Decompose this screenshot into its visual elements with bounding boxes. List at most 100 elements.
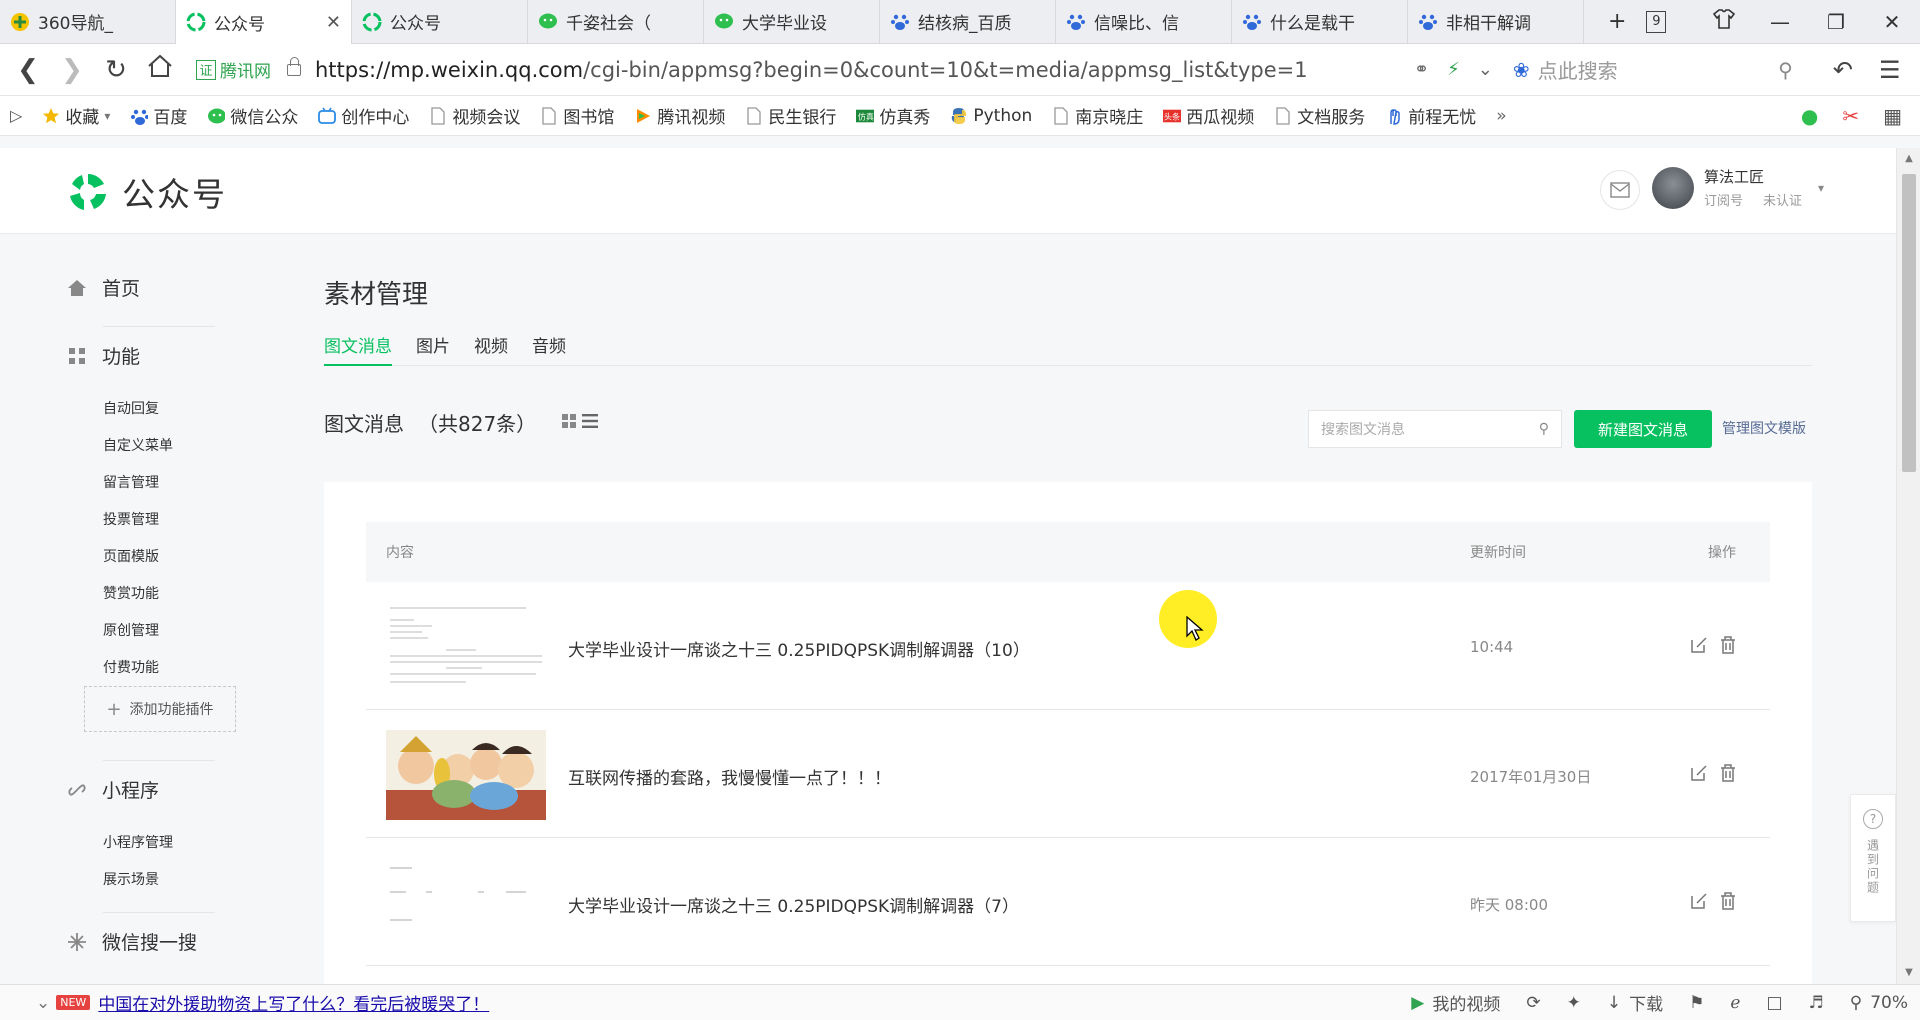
article-search-input[interactable]: 搜索图文消息 ⚲ xyxy=(1308,410,1562,448)
sidebar-item-paid[interactable]: 付费功能 xyxy=(103,657,159,677)
chevron-down-icon[interactable]: ⌄ xyxy=(1478,59,1493,80)
chevron-down-icon[interactable]: ▾ xyxy=(104,109,110,123)
edit-icon[interactable] xyxy=(1690,636,1708,658)
browser-tab[interactable]: 大学毕业设 xyxy=(704,0,880,43)
tab-videos[interactable]: 视频 xyxy=(474,324,508,366)
speaker-icon[interactable]: ♬ xyxy=(1809,993,1824,1013)
article-title[interactable]: 互联网传播的套路，我慢慢懂一点了！！！ xyxy=(568,764,891,789)
wechat-green-icon[interactable]: ● xyxy=(1801,104,1818,128)
help-widget[interactable]: ? 遇到问题 xyxy=(1850,794,1896,922)
minimize-button[interactable]: — xyxy=(1752,10,1808,34)
search-icon[interactable]: ⚲ xyxy=(1778,58,1793,82)
apps-grid-icon[interactable]: ▦ xyxy=(1883,104,1902,128)
browser-tab[interactable]: 结核病_百质 xyxy=(880,0,1056,43)
browser-search-field[interactable]: ❀ 点此搜索 ⚲ xyxy=(1513,55,1793,84)
restore-button[interactable]: ❐ xyxy=(1808,10,1864,34)
bookmark-item[interactable]: 南京晓庄 xyxy=(1042,103,1153,128)
sidebar-item-page-templates[interactable]: 页面模版 xyxy=(103,546,159,566)
share-icon[interactable]: ⚭ xyxy=(1414,59,1429,80)
download-button[interactable]: ↓ 下载 xyxy=(1607,990,1663,1016)
undo-icon[interactable]: ↶ xyxy=(1833,56,1853,84)
sidebar-item-custom-menu[interactable]: 自定义菜单 xyxy=(103,435,173,455)
bookmark-item[interactable]: 仿真 仿真秀 xyxy=(846,103,940,128)
tab-count-button[interactable]: 9 xyxy=(1646,10,1667,33)
trash-icon[interactable] xyxy=(1720,636,1736,658)
close-tab-icon[interactable]: ✕ xyxy=(326,12,341,33)
sidebar-item-rewards[interactable]: 赞赏功能 xyxy=(103,583,159,603)
table-row[interactable]: 互联网传播的套路，我慢慢懂一点了！！！ 2017年01月30日 xyxy=(366,710,1770,838)
browser-tab[interactable]: 千姿社会（ xyxy=(528,0,704,43)
pin-icon[interactable]: ✦ xyxy=(1567,993,1581,1013)
bookmark-item[interactable]: 腾讯视频 xyxy=(624,103,735,128)
new-article-button[interactable]: 新建图文消息 xyxy=(1574,410,1712,448)
window-icon[interactable]: □ xyxy=(1766,993,1782,1013)
back-button[interactable]: ❮ xyxy=(6,55,50,85)
bookmark-item[interactable]: 创作中心 xyxy=(308,103,419,128)
sidebar-section-wechat-search[interactable]: 微信搜一搜 xyxy=(66,928,197,955)
more-bookmarks-icon[interactable]: » xyxy=(1486,106,1516,126)
home-button[interactable] xyxy=(138,54,182,85)
certificate-badge[interactable]: 证腾讯网 xyxy=(196,57,271,82)
tab-audio[interactable]: 音频 xyxy=(532,324,566,366)
new-tab-button[interactable]: + xyxy=(1608,9,1626,34)
bookmark-item[interactable]: 文档服务 xyxy=(1264,103,1375,128)
mail-button[interactable] xyxy=(1600,170,1640,210)
url-field[interactable]: 证腾讯网 https://mp.weixin.qq.com/cgi-bin/ap… xyxy=(196,52,1396,88)
ie-icon[interactable]: ℯ xyxy=(1730,993,1740,1013)
account-menu[interactable]: 算法工匠 订阅号 未认证 ▾ xyxy=(1652,166,1824,209)
browser-tab[interactable]: 公众号 xyxy=(352,0,528,43)
browser-tab[interactable]: 公众号 ✕ xyxy=(176,0,352,45)
manage-templates-link[interactable]: 管理图文模版 xyxy=(1722,418,1806,438)
table-row[interactable]: 大学毕业设计一席谈之十三 0.25PIDQPSK调制解调器（7） 昨天 08:0… xyxy=(366,838,1770,966)
news-link[interactable]: 中国在对外援助物资上写了什么？看完后被暖哭了！ xyxy=(98,990,489,1015)
sidebar-item-comments[interactable]: 留言管理 xyxy=(103,472,159,492)
zoom-control[interactable]: ⚲ 70% xyxy=(1850,993,1908,1013)
sidebar-item-voting[interactable]: 投票管理 xyxy=(103,509,159,529)
page-scrollbar[interactable]: ▲ ▼ xyxy=(1896,148,1920,984)
close-window-button[interactable]: ✕ xyxy=(1864,10,1920,34)
sidebar-section-miniprogram[interactable]: 小程序 xyxy=(66,776,159,803)
article-title[interactable]: 大学毕业设计一席谈之十三 0.25PIDQPSK调制解调器（7） xyxy=(568,892,1019,917)
reload-button[interactable]: ↻ xyxy=(94,55,138,85)
sidebar-item-auto-reply[interactable]: 自动回复 xyxy=(103,398,159,418)
tab-articles[interactable]: 图文消息 xyxy=(324,324,392,366)
my-video-button[interactable]: ▶ 我的视频 xyxy=(1411,990,1500,1016)
menu-icon[interactable]: ☰ xyxy=(1879,56,1901,84)
trash-icon[interactable] xyxy=(1720,764,1736,786)
bookmark-item[interactable]: 微信公众 xyxy=(197,103,308,128)
mp-logo[interactable]: 公众号 xyxy=(66,168,227,216)
sidebar-section-features[interactable]: 功能 xyxy=(66,342,140,369)
lightning-icon[interactable]: ⚡ xyxy=(1447,59,1460,80)
speedup-icon[interactable]: ⟳ xyxy=(1526,993,1540,1013)
skin-icon[interactable] xyxy=(1696,9,1752,34)
sidebar-item-miniprogram-manage[interactable]: 小程序管理 xyxy=(103,832,173,852)
url-text[interactable]: https://mp.weixin.qq.com/cgi-bin/appmsg?… xyxy=(315,58,1308,82)
browser-tab[interactable]: 什么是载干 xyxy=(1232,0,1408,43)
browser-tab[interactable]: 360导航_ xyxy=(0,0,176,43)
bookmark-item[interactable]: 视频会议 xyxy=(419,103,530,128)
bookmark-item[interactable]: 头条 西瓜视频 xyxy=(1153,103,1264,128)
tab-images[interactable]: 图片 xyxy=(416,324,450,366)
article-title[interactable]: 大学毕业设计一席谈之十三 0.25PIDQPSK调制解调器（10） xyxy=(568,636,1030,661)
caret-down-icon[interactable]: ▾ xyxy=(1818,181,1824,195)
bookmark-item[interactable]: 百度 xyxy=(120,103,197,128)
browser-tab[interactable]: 信噪比、信 xyxy=(1056,0,1232,43)
bookmark-item[interactable]: Python xyxy=(940,106,1042,126)
bookmark-item[interactable]: 前程无忧 xyxy=(1375,103,1486,128)
trash-icon[interactable] xyxy=(1720,892,1736,914)
list-view-icon[interactable] xyxy=(582,413,599,433)
edit-icon[interactable] xyxy=(1690,764,1708,786)
bookmark-item[interactable]: 图书馆 xyxy=(530,103,624,128)
flag-icon[interactable]: ⚑ xyxy=(1689,993,1704,1013)
scrollbar-thumb[interactable] xyxy=(1902,174,1916,472)
browser-tab[interactable]: 非相干解调 xyxy=(1408,0,1584,43)
sidebar-item-home[interactable]: 首页 xyxy=(66,274,140,301)
add-plugin-button[interactable]: + 添加功能插件 xyxy=(84,686,236,732)
bookmark-item[interactable]: 民生银行 xyxy=(735,103,846,128)
grid-view-icon[interactable] xyxy=(562,413,577,433)
table-row[interactable]: 大学毕业设计一席谈之十三 0.25PIDQPSK调制解调器（10） 10:44 xyxy=(366,582,1770,710)
sidebar-item-original[interactable]: 原创管理 xyxy=(103,620,159,640)
scroll-down-icon[interactable]: ▼ xyxy=(1897,962,1920,984)
chevron-down-icon[interactable]: ⌄ xyxy=(36,993,50,1013)
sidebar-item-display-scenes[interactable]: 展示场景 xyxy=(103,869,159,889)
